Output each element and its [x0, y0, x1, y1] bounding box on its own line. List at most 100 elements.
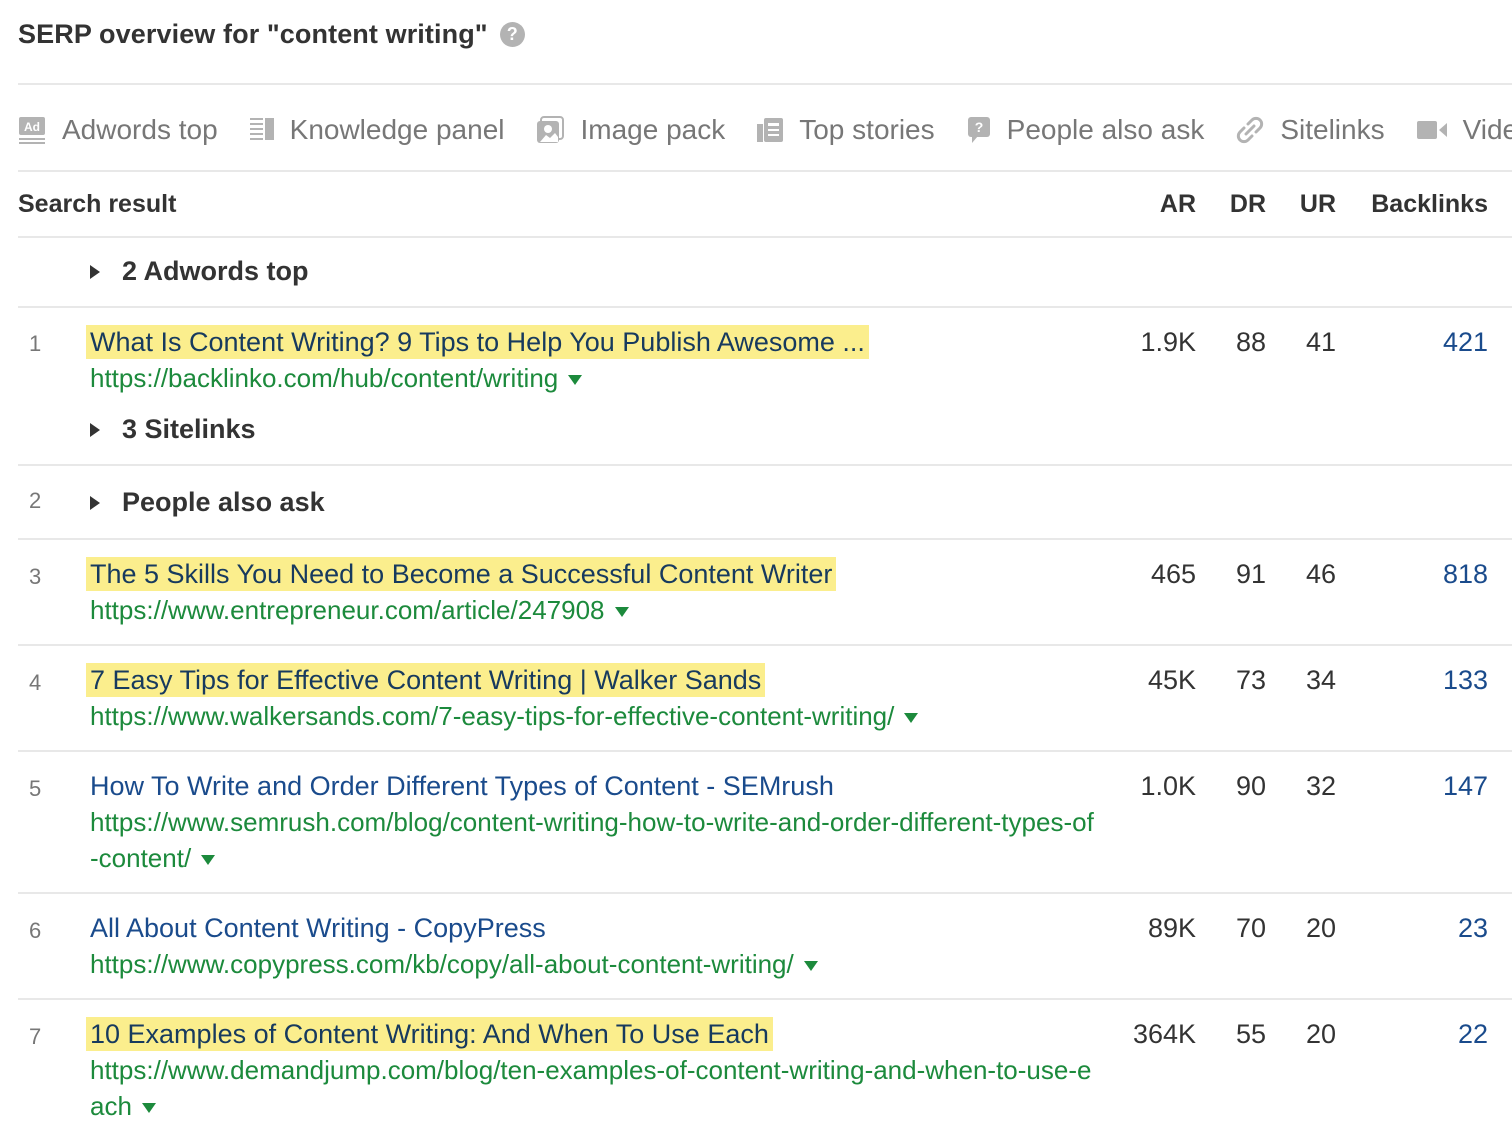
backlinks-link[interactable]: 818 — [1443, 559, 1488, 590]
dr-value: 55 — [1235, 1019, 1266, 1049]
ar-value: 364K — [1132, 1019, 1196, 1049]
feature-knowledge-panel[interactable]: Knowledge panel — [249, 114, 505, 146]
ur-value: 32 — [1305, 771, 1336, 801]
position: 5 — [29, 776, 42, 801]
url-text: https://www.copypress.com/kb/copy/all-ab… — [90, 949, 794, 979]
position: 6 — [29, 918, 42, 943]
dr-value: 91 — [1235, 559, 1266, 589]
column-dr[interactable]: DR — [1230, 190, 1266, 219]
feature-label: Adwords top — [62, 114, 218, 145]
table-row: 1 What Is Content Writing? 9 Tips to Hel… — [18, 307, 1512, 464]
people-also-ask-icon: ? — [967, 117, 990, 143]
dropdown-arrow-icon[interactable] — [201, 855, 216, 866]
ar-value: 45K — [1147, 665, 1196, 695]
dr-value: 70 — [1235, 913, 1266, 943]
serp-features-bar: Ad Adwords top Knowledge panel Image pac… — [18, 108, 1512, 152]
feature-label: People also ask — [1006, 114, 1205, 145]
feature-label: Image pack — [580, 114, 726, 145]
url-text: https://www.walkersands.com/7-easy-tips-… — [90, 701, 895, 731]
result-url[interactable]: https://www.demandjump.com/blog/ten-exam… — [90, 1052, 1100, 1124]
feature-people-also-ask[interactable]: ? People also ask — [967, 114, 1205, 146]
column-search-result[interactable]: Search result — [18, 190, 176, 219]
top-stories-icon — [757, 118, 784, 142]
result-url[interactable]: https://www.entrepreneur.com/article/247… — [90, 592, 1100, 628]
dropdown-arrow-icon[interactable] — [803, 961, 818, 972]
table-row-adwords: 2 Adwords top — [18, 237, 1512, 307]
caret-right-icon — [90, 264, 100, 279]
table-row: 2 People also ask — [18, 466, 1512, 538]
ur-value: 34 — [1305, 665, 1336, 695]
dropdown-arrow-icon[interactable] — [141, 1103, 156, 1114]
result-title-link[interactable]: 10 Examples of Content Writing: And When… — [86, 1017, 773, 1051]
result-title-link[interactable]: All About Content Writing - CopyPress — [86, 911, 550, 945]
video-icon — [1416, 121, 1447, 139]
result-url[interactable]: https://www.walkersands.com/7-easy-tips-… — [90, 698, 1100, 734]
image-pack-icon — [537, 116, 565, 143]
dropdown-arrow-icon[interactable] — [904, 713, 919, 724]
feature-image-pack[interactable]: Image pack — [536, 114, 725, 146]
sitelinks-group-toggle[interactable]: 3 Sitelinks — [90, 414, 256, 445]
ar-value: 89K — [1147, 913, 1196, 943]
svg-text:?: ? — [974, 119, 983, 135]
feature-label: Top stories — [799, 114, 935, 145]
position: 3 — [29, 564, 42, 589]
ar-value: 465 — [1150, 559, 1196, 589]
table-row: 5 How To Write and Order Different Types… — [18, 752, 1512, 892]
feature-label: Knowledge panel — [289, 114, 505, 145]
caret-right-icon — [90, 422, 100, 437]
dropdown-arrow-icon[interactable] — [614, 607, 629, 618]
feature-sitelinks[interactable]: Sitelinks — [1236, 114, 1385, 146]
url-text: https://backlinko.com/hub/content/writin… — [90, 363, 559, 393]
adwords-group-toggle[interactable]: 2 Adwords top — [90, 256, 309, 287]
backlinks-link[interactable]: 22 — [1458, 1019, 1488, 1050]
result-url[interactable]: https://backlinko.com/hub/content/writin… — [90, 360, 1100, 396]
column-ar[interactable]: AR — [1160, 190, 1196, 219]
table-row: 6 All About Content Writing - CopyPress … — [18, 894, 1512, 998]
divider — [18, 170, 1512, 172]
ur-value: 20 — [1305, 1019, 1336, 1049]
ad-icon: Ad — [19, 117, 45, 144]
page-header: SERP overview for "content writing" ? — [18, 14, 525, 54]
result-title-link[interactable]: The 5 Skills You Need to Become a Succes… — [86, 557, 837, 591]
divider — [18, 83, 1512, 85]
backlinks-link[interactable]: 147 — [1443, 771, 1488, 802]
column-backlinks[interactable]: Backlinks — [1371, 190, 1488, 219]
ar-value: 1.9K — [1140, 327, 1196, 357]
help-icon[interactable]: ? — [499, 21, 525, 47]
result-title-link[interactable]: How To Write and Order Different Types o… — [86, 769, 838, 803]
dropdown-arrow-icon[interactable] — [568, 375, 583, 386]
group-label: 2 Adwords top — [122, 256, 309, 286]
table-header: Search result AR DR UR Backlinks — [18, 182, 1512, 228]
ar-value: 1.0K — [1140, 771, 1196, 801]
backlinks-link[interactable]: 23 — [1458, 913, 1488, 944]
backlinks-link[interactable]: 421 — [1443, 327, 1488, 358]
table-row: 3 The 5 Skills You Need to Become a Succ… — [18, 540, 1512, 644]
people-also-ask-group-toggle[interactable]: People also ask — [90, 487, 325, 518]
url-text: https://www.entrepreneur.com/article/247… — [90, 595, 605, 625]
url-text: https://www.semrush.com/blog/content-wri… — [90, 807, 1094, 873]
group-label: 3 Sitelinks — [122, 414, 256, 444]
feature-label: Videos — [1462, 114, 1512, 145]
feature-top-stories[interactable]: Top stories — [757, 114, 935, 146]
backlinks-link[interactable]: 133 — [1443, 665, 1488, 696]
result-url[interactable]: https://www.semrush.com/blog/content-wri… — [90, 804, 1100, 876]
page-title: SERP overview for "content writing" — [18, 18, 488, 49]
position: 7 — [29, 1024, 42, 1049]
caret-right-icon — [90, 495, 100, 510]
feature-label: Sitelinks — [1280, 114, 1385, 145]
feature-videos[interactable]: Videos — [1416, 114, 1512, 146]
position: 1 — [29, 331, 42, 356]
table-row: 4 7 Easy Tips for Effective Content Writ… — [18, 646, 1512, 750]
result-title-link[interactable]: What Is Content Writing? 9 Tips to Help … — [86, 325, 869, 359]
dr-value: 73 — [1235, 665, 1266, 695]
ur-value: 41 — [1305, 327, 1336, 357]
column-ur[interactable]: UR — [1300, 190, 1336, 219]
result-title-link[interactable]: 7 Easy Tips for Effective Content Writin… — [86, 663, 766, 697]
position: 4 — [29, 670, 42, 695]
feature-adwords-top[interactable]: Ad Adwords top — [18, 114, 218, 146]
position: 2 — [29, 488, 42, 513]
svg-text:Ad: Ad — [24, 120, 40, 134]
dr-value: 88 — [1235, 327, 1266, 357]
result-url[interactable]: https://www.copypress.com/kb/copy/all-ab… — [90, 946, 1100, 982]
url-text: https://www.demandjump.com/blog/ten-exam… — [90, 1055, 1092, 1121]
